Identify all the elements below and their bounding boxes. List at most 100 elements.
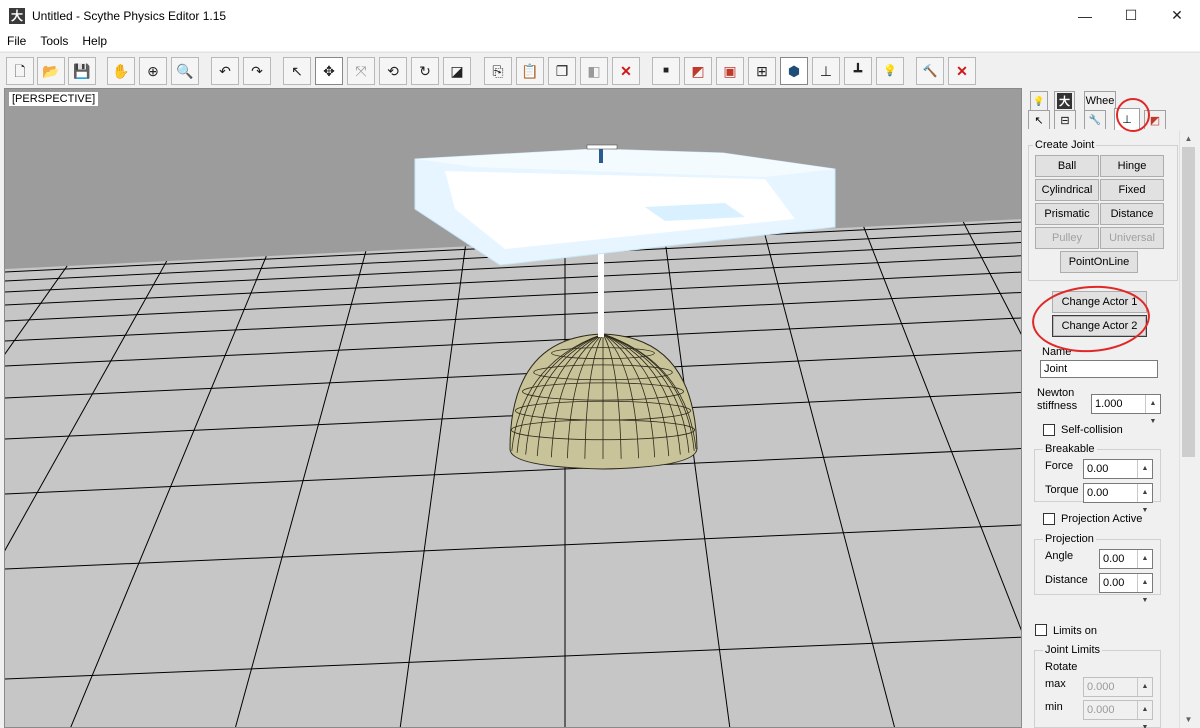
min-stepper[interactable]: 0.000 ▲ ▼ <box>1083 700 1153 728</box>
hierarchy-icon: ⊟ <box>1060 114 1070 127</box>
mirror-button[interactable]: ◧ <box>580 57 608 85</box>
menu-file[interactable]: File <box>0 34 33 48</box>
cylindrical-joint-button[interactable]: Cylindrical <box>1035 179 1099 201</box>
add-shape-button[interactable]: ⊞ <box>748 57 776 85</box>
joint-limits-label: Joint Limits <box>1043 644 1103 656</box>
light-bulb-icon: 💡 <box>883 64 897 77</box>
connecting-rod <box>598 249 604 337</box>
tab-wheel[interactable]: Whee <box>1084 91 1116 110</box>
zoom-tool-button[interactable]: 🔍 <box>171 57 199 85</box>
delete-button[interactable]: ✕ <box>612 57 640 85</box>
stepper-arrows-icon[interactable]: ▲▼ <box>1137 550 1152 580</box>
rotate-local-icon: ⟲ <box>387 63 399 79</box>
prismatic-joint-button[interactable]: Prismatic <box>1035 203 1099 225</box>
delete-all-button[interactable]: ✕ <box>948 57 976 85</box>
joint-axis-icon: ┻ <box>853 63 863 79</box>
redo-button[interactable]: ↷ <box>243 57 271 85</box>
close-button[interactable]: ✕ <box>1154 0 1200 31</box>
orbit-tool-button[interactable]: ⊕ <box>139 57 167 85</box>
scroll-thumb[interactable] <box>1182 147 1195 457</box>
ball-joint-button[interactable]: Ball <box>1035 155 1099 177</box>
select-tool-button[interactable]: ↖ <box>283 57 311 85</box>
distance-stepper[interactable]: 0.00 ▲ ▼ <box>1099 573 1153 604</box>
projection-active-checkbox[interactable] <box>1043 513 1055 525</box>
fixed-joint-button[interactable]: Fixed <box>1100 179 1164 201</box>
material-box-icon: ◩ <box>1149 114 1161 127</box>
pointonline-joint-button[interactable]: PointOnLine <box>1060 251 1138 273</box>
stepper-arrows-icon[interactable]: ▲▼ <box>1137 701 1152 728</box>
paste-button[interactable]: 📋 <box>516 57 544 85</box>
new-file-icon: 🗋 <box>14 63 26 79</box>
bounds-box-icon: ◪ <box>450 63 464 79</box>
angle-stepper[interactable]: 0.00 ▲▼ <box>1099 549 1153 580</box>
window-title: Untitled - Scythe Physics Editor 1.15 <box>32 8 227 23</box>
minimize-button[interactable]: — <box>1062 0 1108 31</box>
scroll-up-icon[interactable]: ▲ <box>1180 130 1197 147</box>
delete-all-icon: ✕ <box>956 63 968 79</box>
force-stepper[interactable]: 0.00 ▲▼ <box>1083 459 1153 490</box>
create-shape-button[interactable]: ▣ <box>716 57 744 85</box>
tab-tools[interactable]: 🔧 <box>1084 110 1106 129</box>
move-tool-button[interactable]: ✥ <box>315 57 343 85</box>
joint-axis-button[interactable]: ┻ <box>844 57 872 85</box>
max-stepper[interactable]: 0.000 ▲▼ <box>1083 677 1153 708</box>
scale-tool-button[interactable]: ⤧ <box>347 57 375 85</box>
joint-marker-button[interactable]: ⬢ <box>780 57 808 85</box>
open-file-button[interactable]: 📂 <box>37 57 65 85</box>
scroll-down-icon[interactable]: ▼ <box>1180 711 1197 728</box>
torque-stepper[interactable]: 0.00 ▲ ▼ <box>1083 483 1153 514</box>
menu-tools[interactable]: Tools <box>33 34 75 48</box>
stiffness-stepper[interactable]: 1.000 ▲ ▼ <box>1091 394 1161 425</box>
rotate-tool-button[interactable]: ↻ <box>411 57 439 85</box>
copy-button[interactable]: ⎘ <box>484 57 512 85</box>
stepper-arrows-icon[interactable]: ▲▼ <box>1137 484 1152 514</box>
stepper-arrows-icon[interactable]: ▲▼ <box>1145 395 1160 425</box>
perspective-viewport[interactable]: [PERSPECTIVE] <box>4 88 1022 728</box>
undo-button[interactable]: ↶ <box>211 57 239 85</box>
stepper-arrows-icon[interactable]: ▲▼ <box>1137 574 1152 604</box>
joint-name-input[interactable]: Joint <box>1040 360 1158 378</box>
distance-joint-button[interactable]: Distance <box>1100 203 1164 225</box>
orbit-crosshair-icon: ⊕ <box>147 63 159 79</box>
torque-label: Torque <box>1045 484 1079 496</box>
stiffness-label-line2: stiffness <box>1037 400 1078 412</box>
small-box-icon: ■ <box>662 65 670 76</box>
force-value: 0.00 <box>1087 463 1109 475</box>
max-value: 0.000 <box>1087 681 1115 693</box>
tab-select[interactable]: ↖ <box>1028 110 1050 129</box>
menu-help[interactable]: Help <box>75 34 114 48</box>
light-button[interactable]: 💡 <box>876 57 904 85</box>
maximize-button[interactable]: ☐ <box>1108 0 1154 31</box>
tab-character[interactable]: 大 <box>1054 91 1075 110</box>
save-file-button[interactable]: 💾 <box>68 57 96 85</box>
hinge-joint-button[interactable]: Hinge <box>1100 155 1164 177</box>
build-button[interactable]: 🔨 <box>916 57 944 85</box>
bounds-button[interactable]: ◪ <box>443 57 471 85</box>
angle-label: Angle <box>1045 550 1074 562</box>
joint-anchor-icon: ⊥ <box>819 63 833 79</box>
pulley-joint-button[interactable]: Pulley <box>1035 227 1099 249</box>
self-collision-checkbox[interactable] <box>1043 424 1055 436</box>
pan-tool-button[interactable]: ✋ <box>107 57 135 85</box>
stiffness-value: 1.000 <box>1095 398 1123 410</box>
scene-canvas[interactable] <box>5 89 1022 728</box>
create-actor-button[interactable]: ◩ <box>684 57 712 85</box>
title-bar: 大 Untitled - Scythe Physics Editor 1.15 … <box>0 0 1200 31</box>
limits-on-checkbox[interactable] <box>1035 624 1047 636</box>
tab-hierarchy[interactable]: ⊟ <box>1054 110 1076 129</box>
distance-value: 0.00 <box>1103 577 1125 589</box>
tab-lights[interactable]: 💡 <box>1030 91 1048 110</box>
rotate-local-button[interactable]: ⟲ <box>379 57 407 85</box>
joint-anchor-button[interactable]: ⊥ <box>812 57 840 85</box>
stepper-arrows-icon[interactable]: ▲▼ <box>1137 678 1152 708</box>
min-label: min <box>1045 701 1063 713</box>
stepper-arrows-icon[interactable]: ▲▼ <box>1137 460 1152 490</box>
duplicate-button[interactable]: ❐ <box>548 57 576 85</box>
panel-scrollbar[interactable]: ▲ ▼ <box>1179 130 1196 728</box>
undo-icon: ↶ <box>219 63 231 79</box>
projection-label: Projection <box>1043 533 1096 545</box>
universal-joint-button[interactable]: Universal <box>1100 227 1164 249</box>
new-file-button[interactable]: 🗋 <box>6 57 34 85</box>
character-icon: 大 <box>1057 93 1072 109</box>
create-box-button[interactable]: ■ <box>652 57 680 85</box>
